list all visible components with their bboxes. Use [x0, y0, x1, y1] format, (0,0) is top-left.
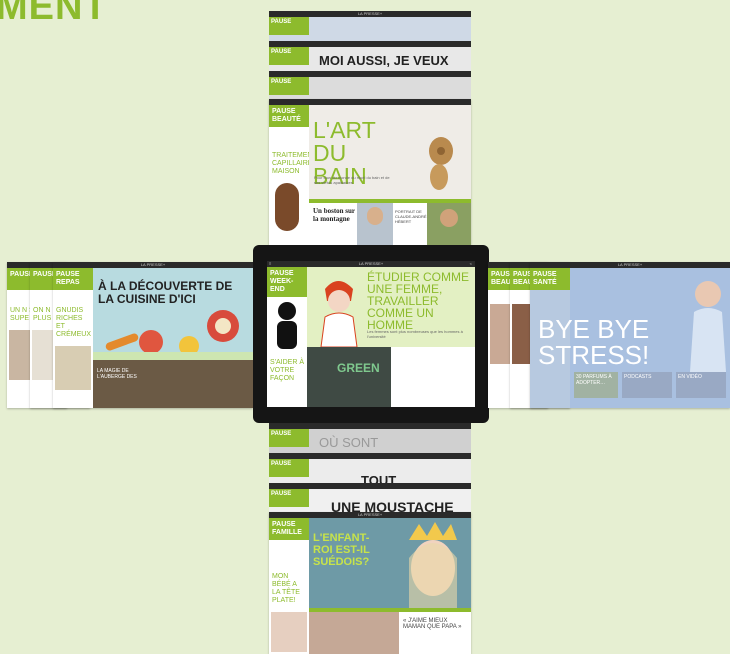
section-tab[interactable]: PAUSE FAMILLE: [269, 518, 309, 540]
box-podcasts[interactable]: PODCASTS: [622, 372, 672, 398]
baby-photo: [271, 612, 307, 652]
side-article-title[interactable]: MON BÉBÉ A LA TÊTE PLATE!: [269, 570, 309, 608]
teaser-boston[interactable]: Un boston sur la montagne: [313, 207, 357, 223]
hero[interactable]: À LA DÉCOUVERTE DE LA CUISINE D'ICI: [93, 268, 253, 360]
screen-top[interactable]: PAUSE BEAUTÉ TRAITEMENT CAPILLAIRE MAISO…: [269, 99, 471, 245]
stacked-tab: PAUSE: [269, 489, 309, 507]
teaser-title: LA MAGIE DE L'AUBERGE DES: [97, 368, 137, 380]
box-perfumes[interactable]: 30 PARFUMS À ADOPTER…: [574, 372, 618, 398]
stacked-screen-5[interactable]: PAUSE TOUT: [269, 453, 471, 483]
side-article-title[interactable]: TRAITEMENT CAPILLAIRE MAISON: [269, 149, 317, 179]
stacked-title: TOUT: [361, 473, 397, 483]
vegetables-illustration: [93, 310, 253, 360]
stacked-screen-6[interactable]: PAUSE UNE MOUSTACHE: [269, 483, 471, 513]
man-photo: [427, 203, 471, 245]
stacked-title: OÙ SONT: [319, 435, 379, 450]
hero[interactable]: L'ART DU BAIN Pour tous du monde du ritu…: [309, 105, 471, 199]
bath-brush-icon: [429, 137, 453, 190]
teaser-portrait[interactable]: PORTRAIT DE CLAUDE-ANDRÉ HÉBERT: [395, 209, 427, 224]
stacked-screen-4[interactable]: PAUSE OÙ SONT: [269, 423, 471, 453]
woman-photo: [357, 203, 393, 245]
screen-bottom[interactable]: LA PRESSE+ PAUSE FAMILLE MON BÉBÉ A LA T…: [269, 512, 471, 654]
hero-title: ÉTUDIER COMME UNE FEMME, TRAVAILLER COMM…: [367, 270, 469, 332]
section-tab[interactable]: PAUSE WEEK-END: [267, 267, 307, 297]
sidebar: PAUSE REPAS GNUDIS RICHES ET CRÉMEUX: [53, 268, 93, 408]
hero-subtitle: Les femmes sont plus nombreuses que les …: [367, 329, 463, 339]
screen-left-main[interactable]: LA PRESSE+ PAUSE REPAS GNUDIS RICHES ET …: [53, 262, 253, 408]
stacked-screen-1[interactable]: LA PRESSE+ PAUSE: [269, 11, 471, 41]
stacked-title: MOI AUSSI, JE VEUX: [319, 53, 449, 68]
hero-title: À LA DÉCOUVERTE DE LA CUISINE D'ICI: [98, 279, 233, 306]
stacked-title: UNE MOUSTACHE: [331, 499, 454, 513]
nurse-illustration: [320, 281, 358, 347]
hero-title: L'ENFANT-ROI EST-IL SUÉDOIS?: [313, 532, 370, 568]
teaser-title[interactable]: « J'AIME MIEUX MAMAN QUE PAPA »: [403, 618, 467, 630]
section-tab[interactable]: PAUSE SANTÉ: [530, 268, 570, 290]
side-article-title[interactable]: GNUDIS RICHES ET CRÉMEUX: [53, 304, 93, 342]
family-photo: [309, 612, 399, 654]
stacked-tab: PAUSE: [269, 459, 309, 477]
bar-title: LA PRESSE+: [617, 262, 643, 267]
child-photo: [409, 522, 457, 608]
hero[interactable]: L'ENFANT-ROI EST-IL SUÉDOIS?: [309, 518, 471, 608]
sidebar: PAUSE BEAUTÉ TRAITEMENT CAPILLAIRE MAISO…: [269, 105, 317, 245]
box-videos[interactable]: EN VIDÉO: [676, 372, 726, 398]
stacked-tab: PAUSE: [269, 47, 309, 65]
sidebar: PAUSE WEEK-END S'AIDER À VOTRE FAÇON: [267, 267, 307, 407]
hero-title: BYE BYE STRESS!: [538, 314, 650, 370]
sidebar: PAUSE FAMILLE MON BÉBÉ A LA TÊTE PLATE!: [269, 518, 309, 654]
green-label: GREEN: [337, 361, 380, 375]
hero[interactable]: ÉTUDIER COMME UNE FEMME, TRAVAILLER COMM…: [307, 267, 475, 347]
stacked-tab: PAUSE: [269, 77, 309, 95]
bar-title: LA PRESSE+: [358, 261, 384, 266]
woman-photo: [690, 281, 726, 372]
side-article-title[interactable]: S'AIDER À VOTRE FAÇON: [267, 356, 307, 386]
tablet-frame: ≡ LA PRESSE+ < PAUSE WEEK-END S'AIDER À VO…: [253, 245, 489, 423]
headline-fragment: MENT: [0, 0, 108, 28]
woman-illustration: [277, 302, 297, 349]
section-tab[interactable]: PAUSE BEAUTÉ: [269, 105, 309, 127]
hero-subtitle: Pour tous du monde du rituel du bain et …: [314, 175, 390, 185]
bar-title: LA PRESSE+: [357, 11, 383, 16]
stacked-tab: PAUSE: [269, 429, 309, 447]
screen-right-main[interactable]: LA PRESSE+ PAUSE SANTÉ BYE BYE STRESS! 3…: [530, 262, 730, 408]
stacked-screen-3[interactable]: PAUSE: [269, 71, 471, 101]
hair-photo: [275, 183, 299, 231]
bar-title: LA PRESSE+: [140, 262, 166, 267]
green-street-photo[interactable]: GREEN: [307, 347, 391, 407]
stacked-screen-2[interactable]: PAUSE MOI AUSSI, JE VEUX: [269, 41, 471, 71]
stacked-tab: PAUSE: [269, 17, 309, 35]
gnudi-photo: [55, 346, 91, 390]
section-tab[interactable]: PAUSE REPAS: [53, 268, 93, 290]
green-street-title[interactable]: GREEN STREET MAGAZINE : RECYCLER ET BIEN…: [395, 353, 471, 371]
screen-center[interactable]: ≡ LA PRESSE+ < PAUSE WEEK-END S'AIDER À VO…: [267, 261, 475, 407]
spoons-photo[interactable]: LA MAGIE DE L'AUBERGE DES: [93, 360, 253, 408]
bar-title: LA PRESSE+: [357, 512, 383, 517]
